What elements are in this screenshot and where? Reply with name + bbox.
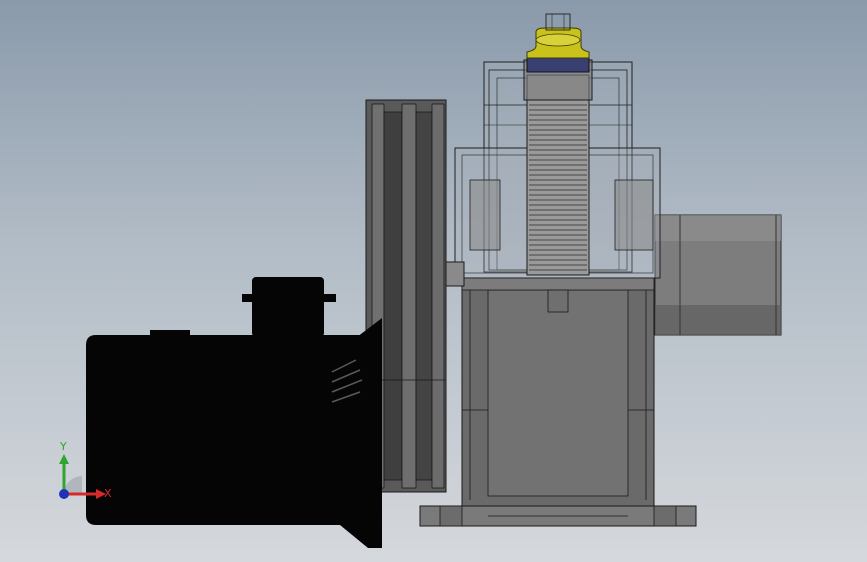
cad-assembly-model[interactable] [0, 0, 867, 562]
lead-screw[interactable] [523, 59, 593, 276]
y-axis-arrowhead [59, 454, 69, 464]
graphics-viewport[interactable]: Y X [0, 0, 867, 562]
z-axis-marker [59, 489, 69, 499]
output-shaft[interactable] [654, 214, 782, 336]
coordinate-triad-icon: Y X [44, 436, 124, 516]
x-axis-label: X [104, 487, 112, 500]
electric-motor[interactable] [86, 277, 382, 548]
top-flange-cap[interactable] [526, 13, 590, 73]
triad-graphic [59, 454, 106, 499]
y-axis-label: Y [60, 440, 67, 453]
